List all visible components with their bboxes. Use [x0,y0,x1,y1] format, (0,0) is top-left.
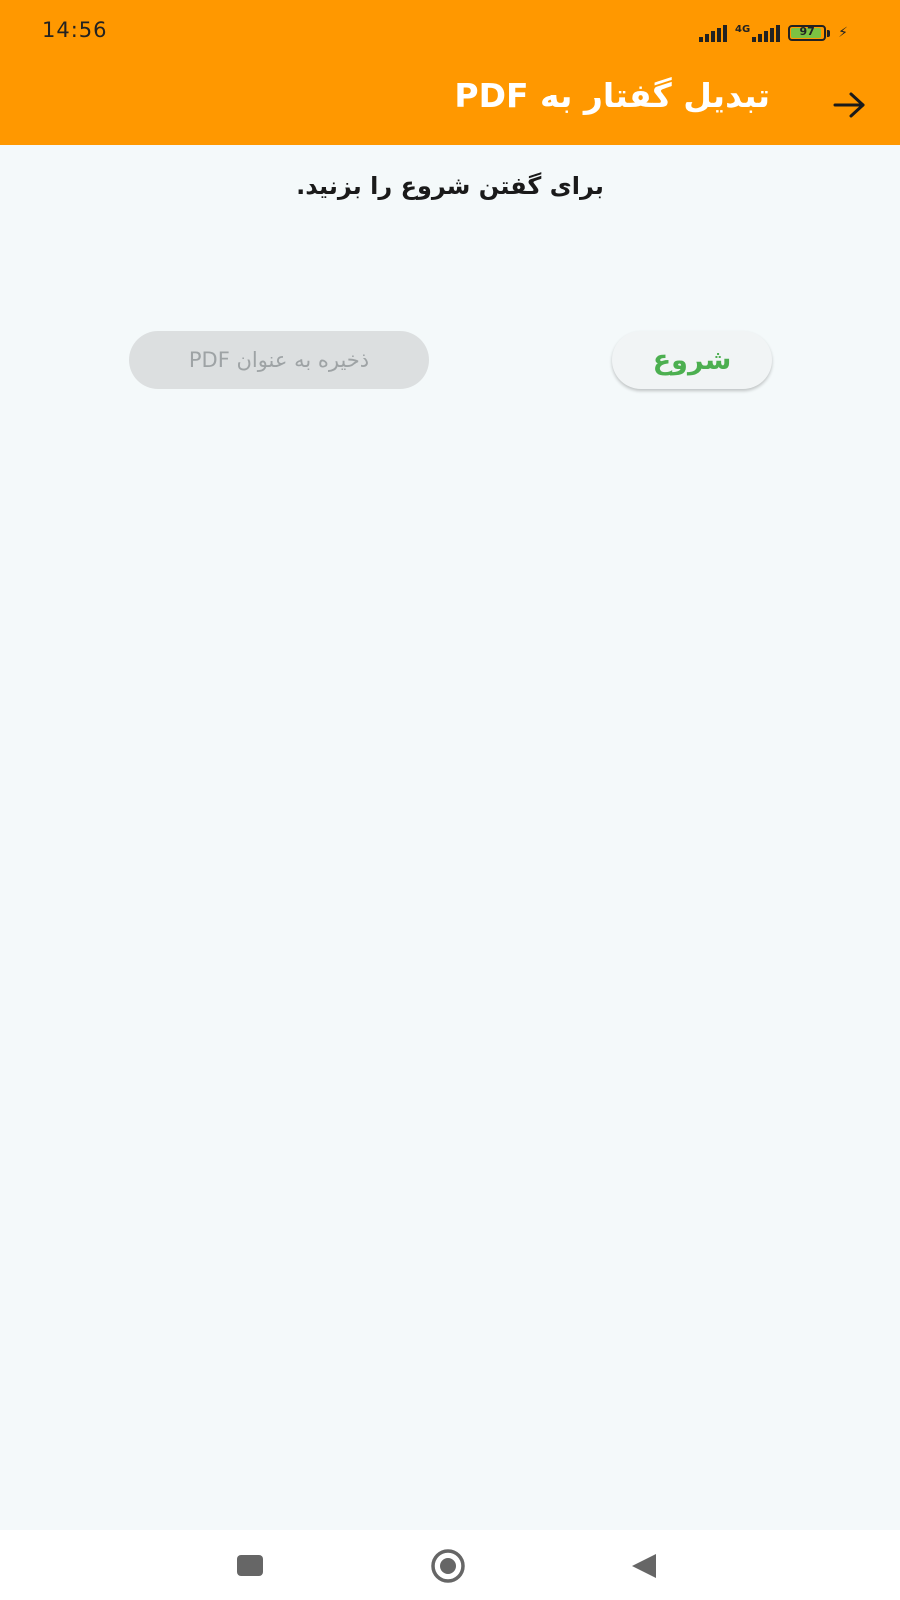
back-icon[interactable] [630,1552,658,1580]
signal-icon [698,24,727,42]
recents-icon[interactable] [237,1555,263,1576]
instruction-text: برای گفتن شروع را بزنید. [296,172,604,200]
signal-4g-icon [752,24,781,42]
start-button[interactable]: شروع [612,331,772,389]
network-type: 4G [734,23,751,35]
charging-icon: ⚡ [838,25,848,41]
back-button[interactable] [825,80,875,130]
app-title: تبدیل گفتار به PDF [454,76,770,115]
battery-level: 97 [799,25,815,38]
arrow-right-icon [833,92,865,118]
status-icons: 4G 97 ⚡ [698,22,848,44]
save-pdf-button[interactable]: ذخیره به عنوان PDF [129,331,429,389]
home-icon[interactable] [430,1548,466,1584]
save-pdf-button-label: ذخیره به عنوان PDF [188,348,370,372]
battery-cap [827,29,831,37]
status-time: 14:56 [42,18,108,42]
navigation-bar [0,1530,900,1600]
battery-icon: 97 [788,25,827,41]
start-button-label: شروع [652,344,732,376]
